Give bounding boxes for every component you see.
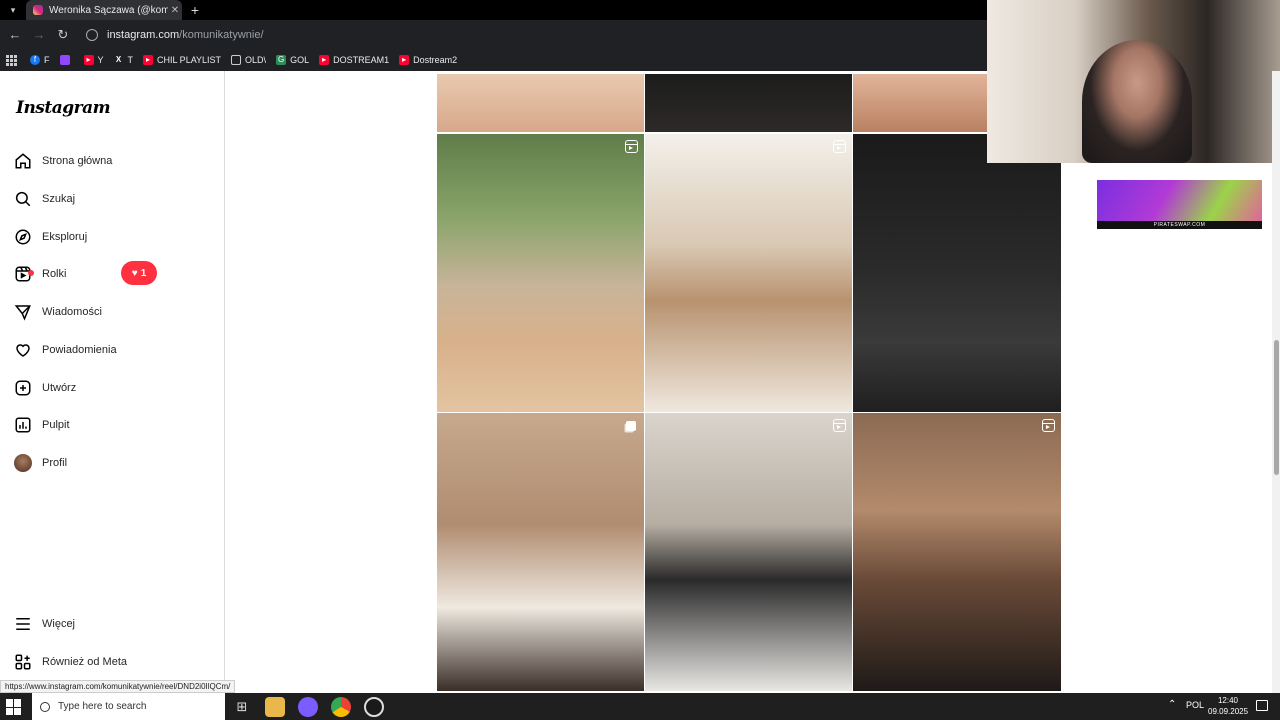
create-icon	[15, 380, 31, 396]
messages-icon	[14, 305, 31, 321]
nav-also-from-meta[interactable]: Również od Meta	[14, 647, 214, 677]
dashboard-icon	[15, 417, 31, 433]
instagram-sidebar: Instagram Strona główna Szukaj Eksploruj…	[0, 71, 225, 693]
bookmark-x[interactable]: XT	[114, 55, 133, 65]
nav-more[interactable]: Więcej	[14, 609, 214, 639]
gol-icon: G	[276, 55, 287, 65]
avatar	[14, 454, 32, 472]
nav-home[interactable]: Strona główna	[14, 146, 214, 176]
post-thumbnail[interactable]	[853, 413, 1061, 691]
twitch-icon	[59, 55, 70, 65]
nav-reels[interactable]: Rolki	[14, 259, 214, 289]
bookmark-twitch[interactable]	[59, 55, 74, 65]
back-arrow-icon[interactable]: ←	[6, 26, 24, 44]
youtube-icon: ▸	[399, 55, 410, 65]
post-thumbnail[interactable]	[437, 74, 644, 132]
search-icon	[15, 191, 31, 207]
bookmark-dostream2[interactable]: ▸ Dostream2	[399, 55, 457, 65]
bookmark-youtube[interactable]: ▸ Y	[83, 55, 104, 65]
menu-icon	[16, 618, 30, 630]
tray-chevron-up-icon[interactable]: ⌃	[1168, 699, 1176, 710]
nav-explore[interactable]: Eksploruj	[14, 222, 214, 252]
search-icon	[40, 701, 50, 712]
profile-posts-area	[226, 71, 1280, 693]
address-bar[interactable]: instagram.com/komunikatywnie/	[78, 23, 990, 47]
taskbar-search-placeholder: Type here to search	[58, 701, 147, 712]
taskbar-search[interactable]: Type here to search	[32, 693, 225, 720]
heart-icon: ♥	[131, 267, 138, 279]
bookmarks-bar: fF ▸ Y XT ▸ CHIL PLAYLIST OLD\ G GOL ▸ DOSTR…	[0, 49, 990, 71]
forward-arrow-icon[interactable]: →	[30, 26, 48, 44]
nav-dashboard[interactable]: Pulpit	[14, 410, 214, 440]
url-path: /komunikatywnie/	[179, 29, 264, 41]
notification-badge[interactable]: ♥ 1	[121, 261, 157, 285]
webcam-overlay	[987, 0, 1280, 163]
discord-icon[interactable]	[298, 697, 318, 717]
chrome-icon[interactable]	[331, 697, 351, 717]
nav-notifications[interactable]: Powiadomienia	[14, 335, 214, 365]
tab-search-chevron-icon[interactable]: ▾	[4, 2, 22, 18]
nav-messages[interactable]: Wiadomości	[14, 297, 214, 327]
reel-icon	[625, 140, 638, 153]
post-thumbnail[interactable]	[437, 134, 644, 412]
bookmark-facebook[interactable]: fF	[30, 55, 50, 65]
reel-icon	[833, 419, 846, 432]
post-thumbnail[interactable]	[853, 74, 987, 132]
task-view-icon[interactable]: ⊞	[232, 697, 252, 717]
post-thumbnail[interactable]	[645, 134, 852, 412]
carousel-icon	[626, 421, 636, 431]
bookmark-chil-playlist[interactable]: ▸ CHIL PLAYLIST	[143, 55, 221, 65]
obs-icon[interactable]	[364, 697, 384, 717]
folder-icon	[231, 55, 242, 65]
nav-profile[interactable]: Profil	[14, 448, 214, 478]
facebook-icon: f	[30, 55, 40, 65]
reload-icon[interactable]: ↻	[54, 26, 72, 44]
notification-dot	[28, 270, 34, 276]
meta-icon	[15, 654, 31, 670]
instagram-logo[interactable]: Instagram	[16, 98, 111, 118]
apps-grid-icon[interactable]	[6, 55, 17, 66]
post-thumbnail[interactable]	[853, 134, 1061, 412]
post-thumbnail[interactable]	[437, 413, 644, 691]
bookmark-gol[interactable]: G GOL	[276, 55, 309, 65]
streamer-silhouette	[1082, 40, 1192, 163]
heart-icon	[16, 344, 30, 357]
tab-title: Weronika Sączawa (@komunikatywnie)	[49, 4, 168, 16]
youtube-icon: ▸	[319, 55, 330, 65]
new-tab-icon[interactable]: +	[187, 0, 203, 20]
file-explorer-icon[interactable]	[265, 697, 285, 717]
url-host: instagram.com	[107, 29, 180, 41]
post-thumbnail[interactable]	[645, 413, 852, 691]
reel-icon	[833, 140, 846, 153]
bookmark-folder-old[interactable]: OLD\	[231, 55, 266, 65]
browser-tab[interactable]: Weronika Sączawa (@komunikatywnie) ✕	[26, 0, 182, 20]
youtube-icon: ▸	[143, 55, 154, 65]
tray-language[interactable]: POL	[1186, 700, 1204, 710]
nav-create[interactable]: Utwórz	[14, 373, 214, 403]
tray-clock[interactable]: 12:40 09.09.2025	[1208, 695, 1248, 717]
bookmark-dostream1[interactable]: ▸ DOSTREAM1	[319, 55, 389, 65]
scrollbar-thumb[interactable]	[1274, 340, 1279, 475]
link-status-url: https://www.instagram.com/komunikatywnie…	[0, 680, 236, 693]
youtube-icon: ▸	[83, 55, 94, 65]
nav-search[interactable]: Szukaj	[14, 184, 214, 214]
reel-icon	[1042, 419, 1055, 432]
explore-icon	[15, 229, 31, 245]
home-icon	[15, 153, 31, 169]
close-tab-icon[interactable]: ✕	[168, 5, 182, 16]
site-info-icon[interactable]	[86, 29, 98, 41]
post-thumbnail[interactable]	[645, 74, 852, 132]
notifications-center-icon[interactable]	[1256, 700, 1268, 711]
instagram-favicon-icon	[33, 5, 43, 15]
windows-start-icon[interactable]	[6, 699, 22, 715]
x-icon: X	[115, 55, 122, 64]
ad-label: PIRATESWAP.COM	[1097, 221, 1262, 229]
